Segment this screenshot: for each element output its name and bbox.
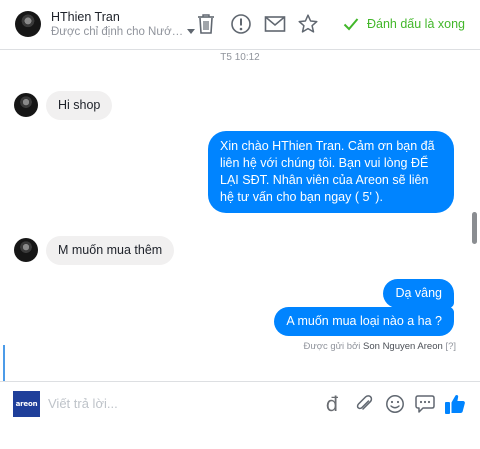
contact-name[interactable]: HThien Tran [51,10,120,24]
mark-as-done-button[interactable]: Đánh dấu là xong [343,14,465,34]
saved-replies-icon[interactable] [413,392,437,416]
incoming-message: Hi shop [46,91,113,120]
sent-by-prefix: Được gửi bởi [303,341,361,352]
incoming-message: M muốn mua thêm [46,236,175,265]
emoji-icon[interactable] [383,392,407,416]
assignment-dropdown[interactable]: Được chỉ định cho Nước ... [51,26,185,38]
sent-by-name[interactable]: Son Nguyen Areon [363,341,443,352]
payment-icon[interactable]: đ [320,392,344,416]
checkmark-icon [343,18,359,31]
sent-by-note: Được gửi bởi Son Nguyen Areon [?] [304,341,456,352]
contact-avatar [14,238,38,262]
page-logo-text: areon [15,400,38,408]
mark-as-done-label: Đánh dấu là xong [367,17,465,31]
outgoing-message: A muốn mua loại nào a ha ? [274,307,454,336]
contact-avatar [14,93,38,117]
trash-icon[interactable] [194,12,218,36]
attachment-icon[interactable] [352,392,376,416]
star-icon[interactable] [296,12,320,36]
panel-edge [3,345,5,385]
reply-input[interactable] [48,396,308,411]
outgoing-message: Dạ vâng [383,279,454,308]
page-logo: areon [13,391,40,417]
outgoing-message: Xin chào HThien Tran. Cảm ơn bạn đã liên… [208,131,454,213]
like-icon[interactable] [443,392,467,416]
contact-avatar[interactable] [15,11,41,37]
message-timestamp: T5 10:12 [220,52,260,63]
sent-by-help[interactable]: [?] [445,341,456,352]
mark-unread-icon[interactable] [263,12,287,36]
currency-symbol: đ [325,392,339,416]
scrollbar-thumb[interactable] [472,212,477,244]
spam-icon[interactable] [229,12,253,36]
